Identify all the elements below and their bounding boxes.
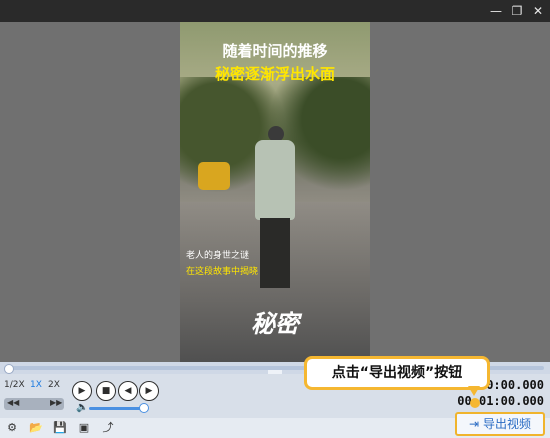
volume-icon[interactable]: 🔈 — [76, 402, 88, 413]
folder-icon[interactable]: 📂 — [28, 420, 44, 436]
volume-handle[interactable] — [139, 403, 149, 413]
play-button[interactable]: ▶ — [72, 381, 92, 401]
export-icon: ⇥ — [468, 417, 480, 431]
share-icon[interactable]: ⤴ — [100, 420, 116, 436]
next-frame-button[interactable]: ▶ — [139, 381, 159, 401]
video-preview: 随着时间的推移 秘密逐渐浮出水面 老人的身世之谜 在这段故事中揭晓 秘密 — [180, 22, 370, 362]
video-title-line1: 随着时间的推移 — [222, 42, 328, 60]
callout-tail — [468, 386, 480, 396]
progress-handle[interactable] — [4, 364, 14, 374]
video-subtitle-line2: 在这段故事中揭晓 — [186, 267, 259, 277]
save-icon[interactable]: 💾 — [52, 420, 68, 436]
volume-slider[interactable] — [89, 407, 143, 410]
video-title-line2: 秘密逐渐浮出水面 — [214, 65, 335, 83]
speed-double[interactable]: 2X — [48, 380, 60, 390]
restore-icon[interactable]: ❐ — [509, 3, 525, 19]
preview-stage: 随着时间的推移 秘密逐渐浮出水面 老人的身世之谜 在这段故事中揭晓 秘密 — [0, 22, 550, 362]
export-label: 导出视频 — [483, 417, 532, 431]
video-subtitle-line1: 老人的身世之谜 — [186, 251, 250, 261]
prev-frame-button[interactable]: ◀ — [118, 381, 138, 401]
speed-half[interactable]: 1/2X — [4, 380, 25, 390]
saveas-icon[interactable]: ▣ — [76, 420, 92, 436]
close-icon[interactable]: ✕ — [530, 3, 546, 19]
speed-normal[interactable]: 1X — [30, 380, 42, 390]
scene-man-body — [255, 140, 295, 220]
tutorial-callout: 点击“导出视频”按钮 — [304, 356, 490, 390]
title-bar: — ❐ ✕ — [0, 0, 550, 22]
fast-forward-icon[interactable]: ▶▶ — [50, 398, 62, 407]
minimize-icon[interactable]: — — [488, 3, 504, 19]
scene-taxi — [198, 162, 230, 190]
settings-icon[interactable]: ⚙ — [4, 420, 20, 436]
scene-man-legs — [260, 218, 290, 288]
callout-pointer-dot — [470, 398, 480, 408]
stop-button[interactable]: ■ — [96, 381, 116, 401]
video-brush-text: 秘密 — [251, 309, 299, 338]
rewind-icon[interactable]: ◀◀ — [7, 398, 19, 407]
export-video-button[interactable]: ⇥ 导出视频 — [455, 412, 545, 436]
